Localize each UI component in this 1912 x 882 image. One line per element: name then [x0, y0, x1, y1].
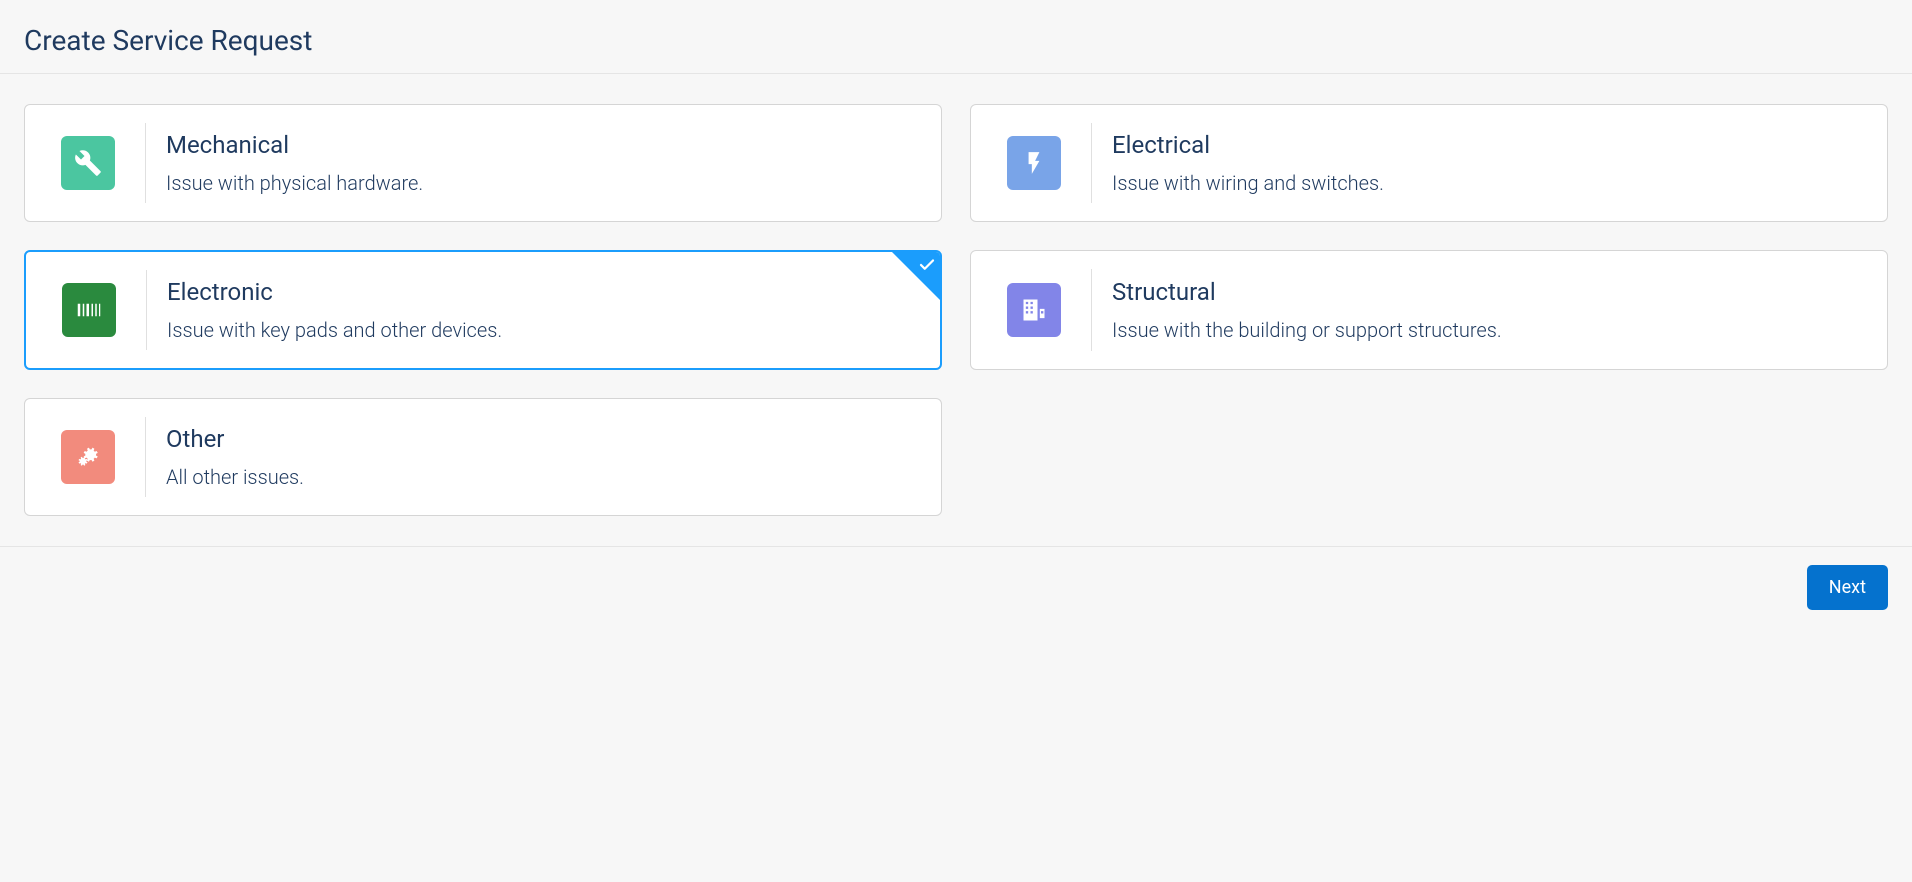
card-description: Issue with physical hardware.	[166, 171, 423, 195]
card-icon-wrap	[971, 251, 1091, 369]
card-description: Issue with wiring and switches.	[1112, 171, 1384, 195]
gears-icon	[61, 430, 115, 484]
category-card-mechanical[interactable]: Mechanical Issue with physical hardware.	[24, 104, 942, 222]
card-icon-wrap	[26, 252, 146, 368]
card-title: Mechanical	[166, 131, 423, 159]
card-body: Mechanical Issue with physical hardware.	[146, 105, 443, 221]
card-body: Structural Issue with the building or su…	[1092, 251, 1522, 369]
category-card-electronic[interactable]: Electronic Issue with key pads and other…	[24, 250, 942, 370]
card-description: Issue with the building or support struc…	[1112, 318, 1502, 342]
bolt-icon	[1007, 136, 1061, 190]
card-body: Other All other issues.	[146, 399, 324, 515]
check-icon	[918, 256, 936, 274]
page-footer: Next	[0, 546, 1912, 628]
card-title: Structural	[1112, 278, 1502, 306]
page-header: Create Service Request	[0, 0, 1912, 74]
card-title: Electronic	[167, 278, 502, 306]
category-card-electrical[interactable]: Electrical Issue with wiring and switche…	[970, 104, 1888, 222]
content-area: Mechanical Issue with physical hardware.…	[0, 74, 1912, 546]
card-icon-wrap	[971, 105, 1091, 221]
card-title: Electrical	[1112, 131, 1384, 159]
page-title: Create Service Request	[24, 24, 1888, 57]
card-body: Electronic Issue with key pads and other…	[147, 252, 522, 368]
category-card-structural[interactable]: Structural Issue with the building or su…	[970, 250, 1888, 370]
barcode-icon	[62, 283, 116, 337]
card-description: Issue with key pads and other devices.	[167, 318, 502, 342]
wrench-icon	[61, 136, 115, 190]
card-description: All other issues.	[166, 465, 304, 489]
card-icon-wrap	[25, 105, 145, 221]
card-title: Other	[166, 425, 304, 453]
card-icon-wrap	[25, 399, 145, 515]
card-body: Electrical Issue with wiring and switche…	[1092, 105, 1404, 221]
category-card-other[interactable]: Other All other issues.	[24, 398, 942, 516]
next-button[interactable]: Next	[1807, 565, 1888, 610]
building-icon	[1007, 283, 1061, 337]
category-card-grid: Mechanical Issue with physical hardware.…	[24, 104, 1888, 516]
